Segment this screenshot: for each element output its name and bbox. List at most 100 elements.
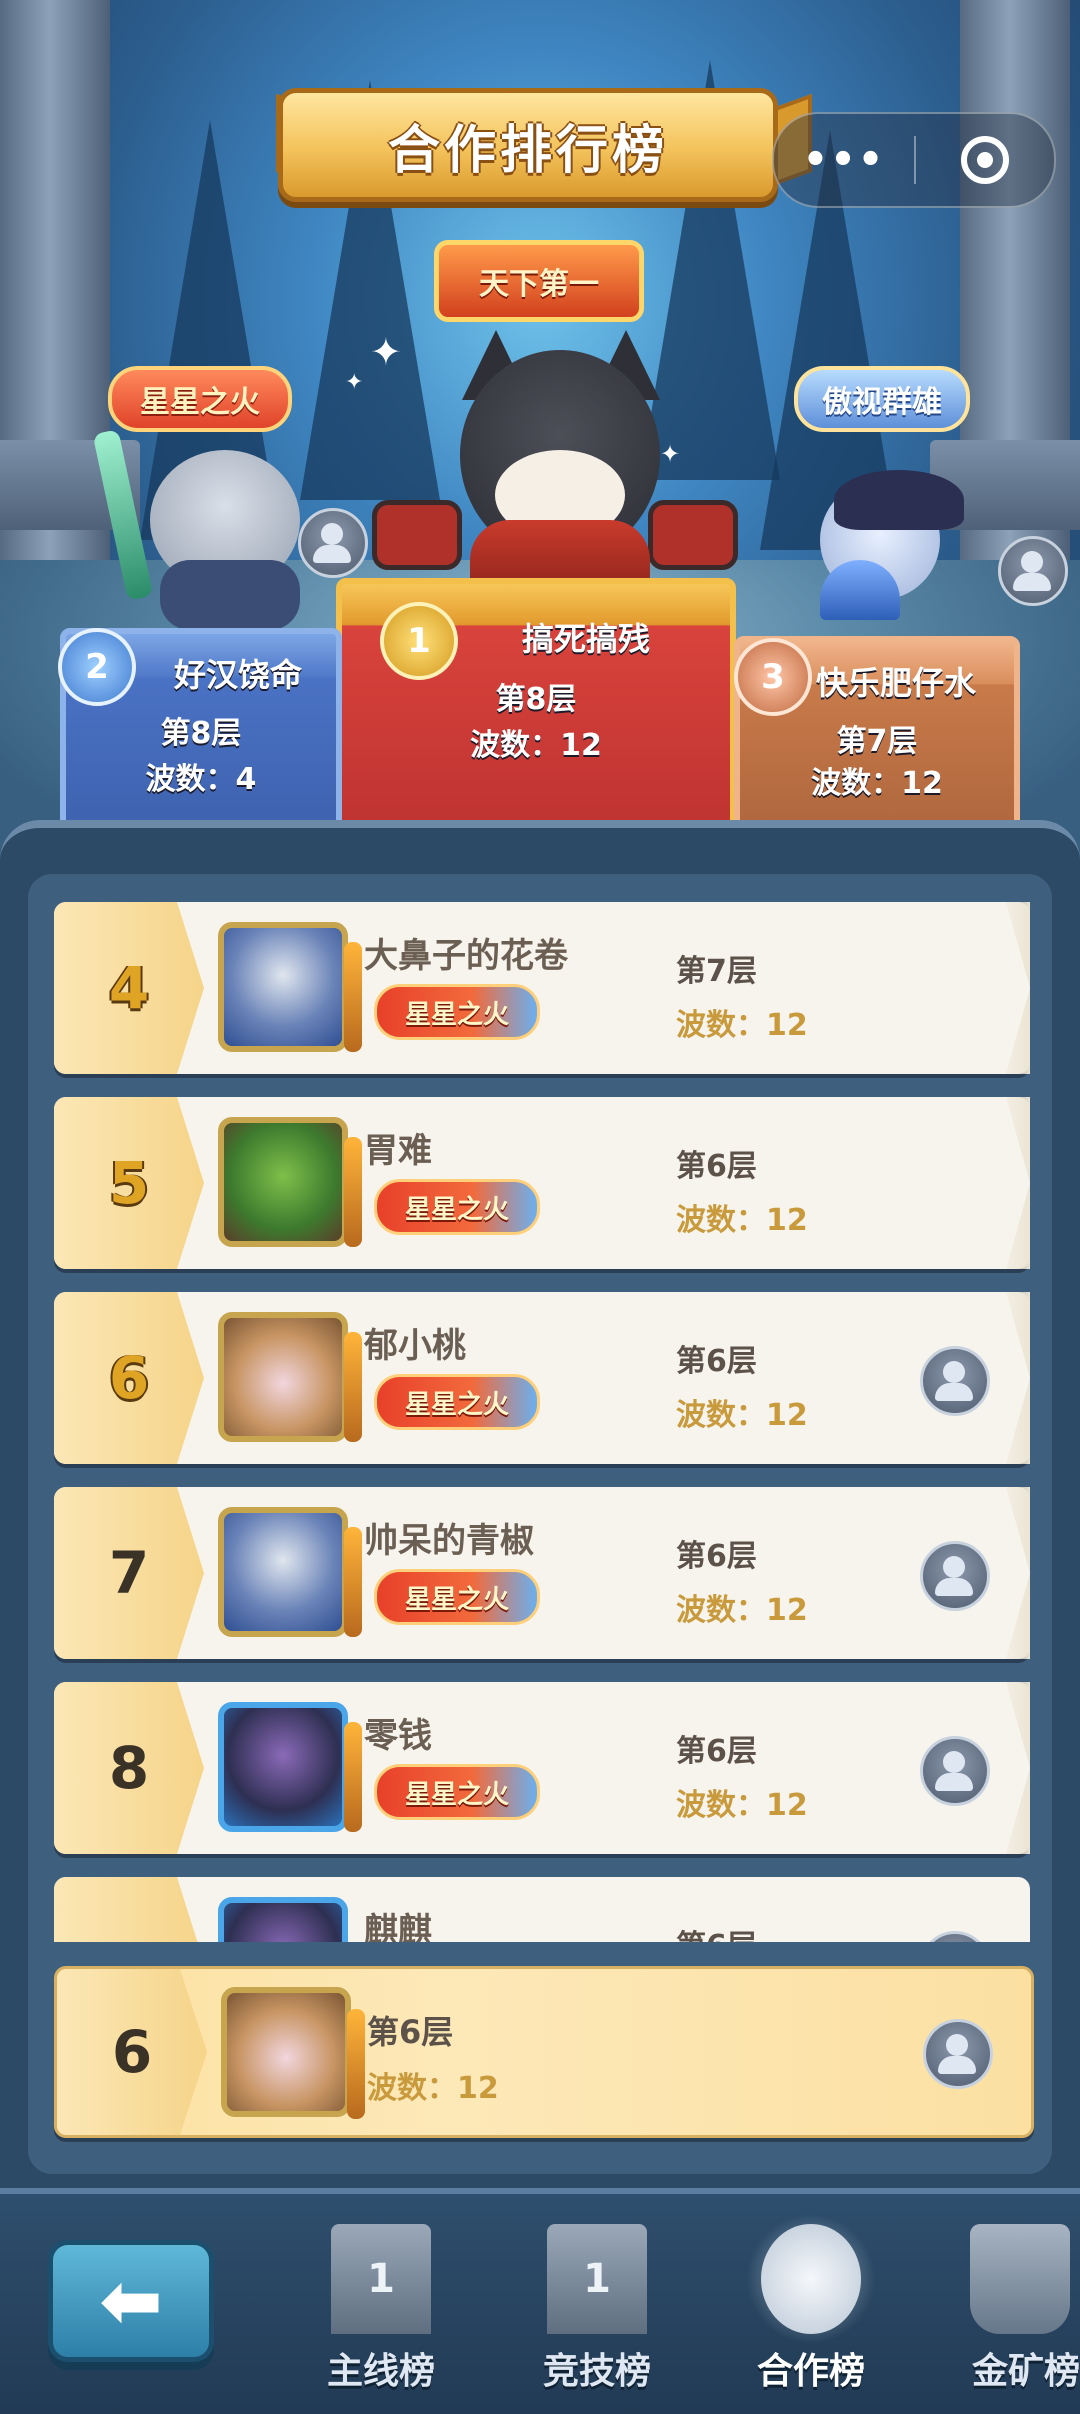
friend-icon[interactable] (920, 1346, 990, 1416)
floor-label: 第6层 (676, 1921, 757, 1942)
tab-label: 主线榜 (326, 2351, 435, 2392)
rank-number: 6 (54, 1292, 204, 1464)
row-chevron (1006, 1487, 1030, 1659)
torch-icon (344, 1527, 362, 1637)
row-chevron (1006, 1097, 1030, 1269)
floor-label: 第6层 (676, 1149, 757, 1184)
tab-coop[interactable]: 合作榜 (719, 2187, 903, 2404)
player-name: 大鼻子的花卷 (364, 936, 568, 976)
my-rank-number: 6 (57, 1969, 207, 2135)
page-title-banner: 合作排行榜 (278, 88, 778, 202)
list-item[interactable]: 5 胃难 星星之火 第6层 波数：12 (54, 1097, 1030, 1269)
list-item[interactable]: 麒麒 第6层 (54, 1877, 1030, 1942)
waves-label: 波数：12 (676, 1203, 808, 1238)
list-item[interactable]: 8 零钱 星星之火 第6层 波数：12 (54, 1682, 1030, 1854)
waves-label: 波数：12 (676, 1008, 808, 1043)
friend-icon[interactable] (920, 1931, 990, 1942)
torch-icon (347, 2009, 365, 2119)
back-arrow-icon: ⬅ (99, 2256, 163, 2345)
row-chevron (1006, 902, 1030, 1074)
title-badge: 星星之火 (374, 1569, 540, 1625)
pillar-left (0, 0, 110, 640)
player-name: 郁小桃 (364, 1326, 466, 1366)
waves-label: 波数：4 (145, 762, 257, 797)
friend-icon[interactable] (923, 2019, 993, 2089)
tab-main-line[interactable]: 1 主线榜 (296, 2224, 466, 2404)
cannon (648, 500, 738, 570)
trident-icon (344, 1722, 362, 1832)
player-name: 帅呆的青椒 (364, 1521, 534, 1561)
list-item[interactable]: 4 大鼻子的花卷 星星之火 第7层 波数：12 (54, 902, 1030, 1074)
floor-label: 第7层 (676, 954, 757, 989)
torch-icon (344, 1137, 362, 1247)
waves-label: 波数：12 (676, 1593, 808, 1628)
sparkle-icon: ✦ (660, 440, 681, 468)
sparkle-icon: ✦ (370, 330, 402, 374)
friend-icon[interactable] (998, 536, 1068, 606)
waves-label: 波数：12 (676, 1398, 808, 1433)
title-badge: 星星之火 (374, 1374, 540, 1430)
waves-label: 波数：12 (676, 1788, 808, 1823)
player-name: 零钱 (364, 1716, 432, 1756)
list-item[interactable]: 6 郁小桃 星星之火 第6层 波数：12 (54, 1292, 1030, 1464)
podium-icon: 1 (331, 2224, 431, 2334)
rank-number: 7 (54, 1487, 204, 1659)
my-floor-label: 第6层 (367, 2013, 454, 2051)
torch-icon (344, 942, 362, 1052)
row-chevron (1006, 1292, 1030, 1464)
rank-number: 5 (54, 1097, 204, 1269)
floor-label: 第8层 (160, 716, 242, 751)
bottom-navigation: ⬅ 1 主线榜 1 竞技榜 合作榜 金矿榜 (0, 2187, 1080, 2414)
friend-icon[interactable] (920, 1541, 990, 1611)
player-name: 麒麒 (364, 1911, 432, 1942)
rank-medal-second: 2 (58, 628, 136, 706)
player-name: 好汉饶命 (174, 656, 303, 694)
tab-arena[interactable]: 1 竞技榜 (512, 2224, 682, 2404)
more-options-button[interactable]: ••• (774, 137, 914, 183)
my-waves-label: 波数：12 (367, 2071, 499, 2106)
title-badge: 星星之火 (374, 984, 540, 1040)
player-avatar[interactable] (218, 1117, 348, 1247)
back-button[interactable]: ⬅ (48, 2240, 214, 2362)
player-avatar[interactable] (218, 1897, 348, 1942)
title-badge-first: 天下第一 (434, 240, 644, 322)
tab-label: 金矿榜 (972, 2351, 1080, 2392)
row-chevron (1006, 1682, 1030, 1854)
character-body (160, 560, 300, 630)
tab-gold-mine[interactable]: 金矿榜 (940, 2224, 1080, 2404)
player-name: 快乐肥仔水 (816, 664, 977, 702)
floor-label: 第6层 (676, 1344, 757, 1379)
player-avatar[interactable] (218, 1312, 348, 1442)
title-badge-second: 星星之火 (108, 366, 292, 432)
my-avatar[interactable] (221, 1987, 351, 2117)
cannon (372, 500, 462, 570)
player-avatar[interactable] (218, 1702, 348, 1832)
floor-label: 第6层 (676, 1734, 757, 1769)
player-avatar[interactable] (218, 922, 348, 1052)
player-name: 搞死搞残 (522, 620, 651, 658)
title-badge-third: 傲视群雄 (794, 366, 970, 432)
waves-label: 波数：12 (470, 728, 602, 763)
close-miniprogram-button[interactable] (916, 136, 1054, 184)
waves-label: 波数：12 (811, 766, 943, 801)
title-badge: 星星之火 (374, 1764, 540, 1820)
tab-label: 合作榜 (756, 2351, 865, 2392)
player-avatar[interactable] (218, 1507, 348, 1637)
my-rank-bar: 6 第6层 波数：12 (54, 1966, 1034, 2138)
list-item[interactable]: 7 帅呆的青椒 星星之火 第6层 波数：12 (54, 1487, 1030, 1659)
rank-medal-first: 1 (380, 602, 458, 680)
handshake-icon (761, 2224, 861, 2334)
character-hat (834, 470, 964, 530)
rank-number (54, 1877, 204, 1942)
target-icon (961, 136, 1009, 184)
torch-icon (344, 1332, 362, 1442)
miniprogram-capsule: ••• (772, 112, 1056, 208)
rank-medal-third: 3 (734, 638, 812, 716)
floor-label: 第7层 (836, 724, 918, 759)
ranking-list[interactable]: 4 大鼻子的花卷 星星之火 第7层 波数：12 5 胃难 星星之火 第6层 波数… (54, 902, 1030, 1942)
friend-icon[interactable] (920, 1736, 990, 1806)
friend-icon[interactable] (298, 508, 368, 578)
floor-label: 第6层 (676, 1539, 757, 1574)
title-badge: 星星之火 (374, 1179, 540, 1235)
mine-cart-icon (970, 2224, 1070, 2334)
